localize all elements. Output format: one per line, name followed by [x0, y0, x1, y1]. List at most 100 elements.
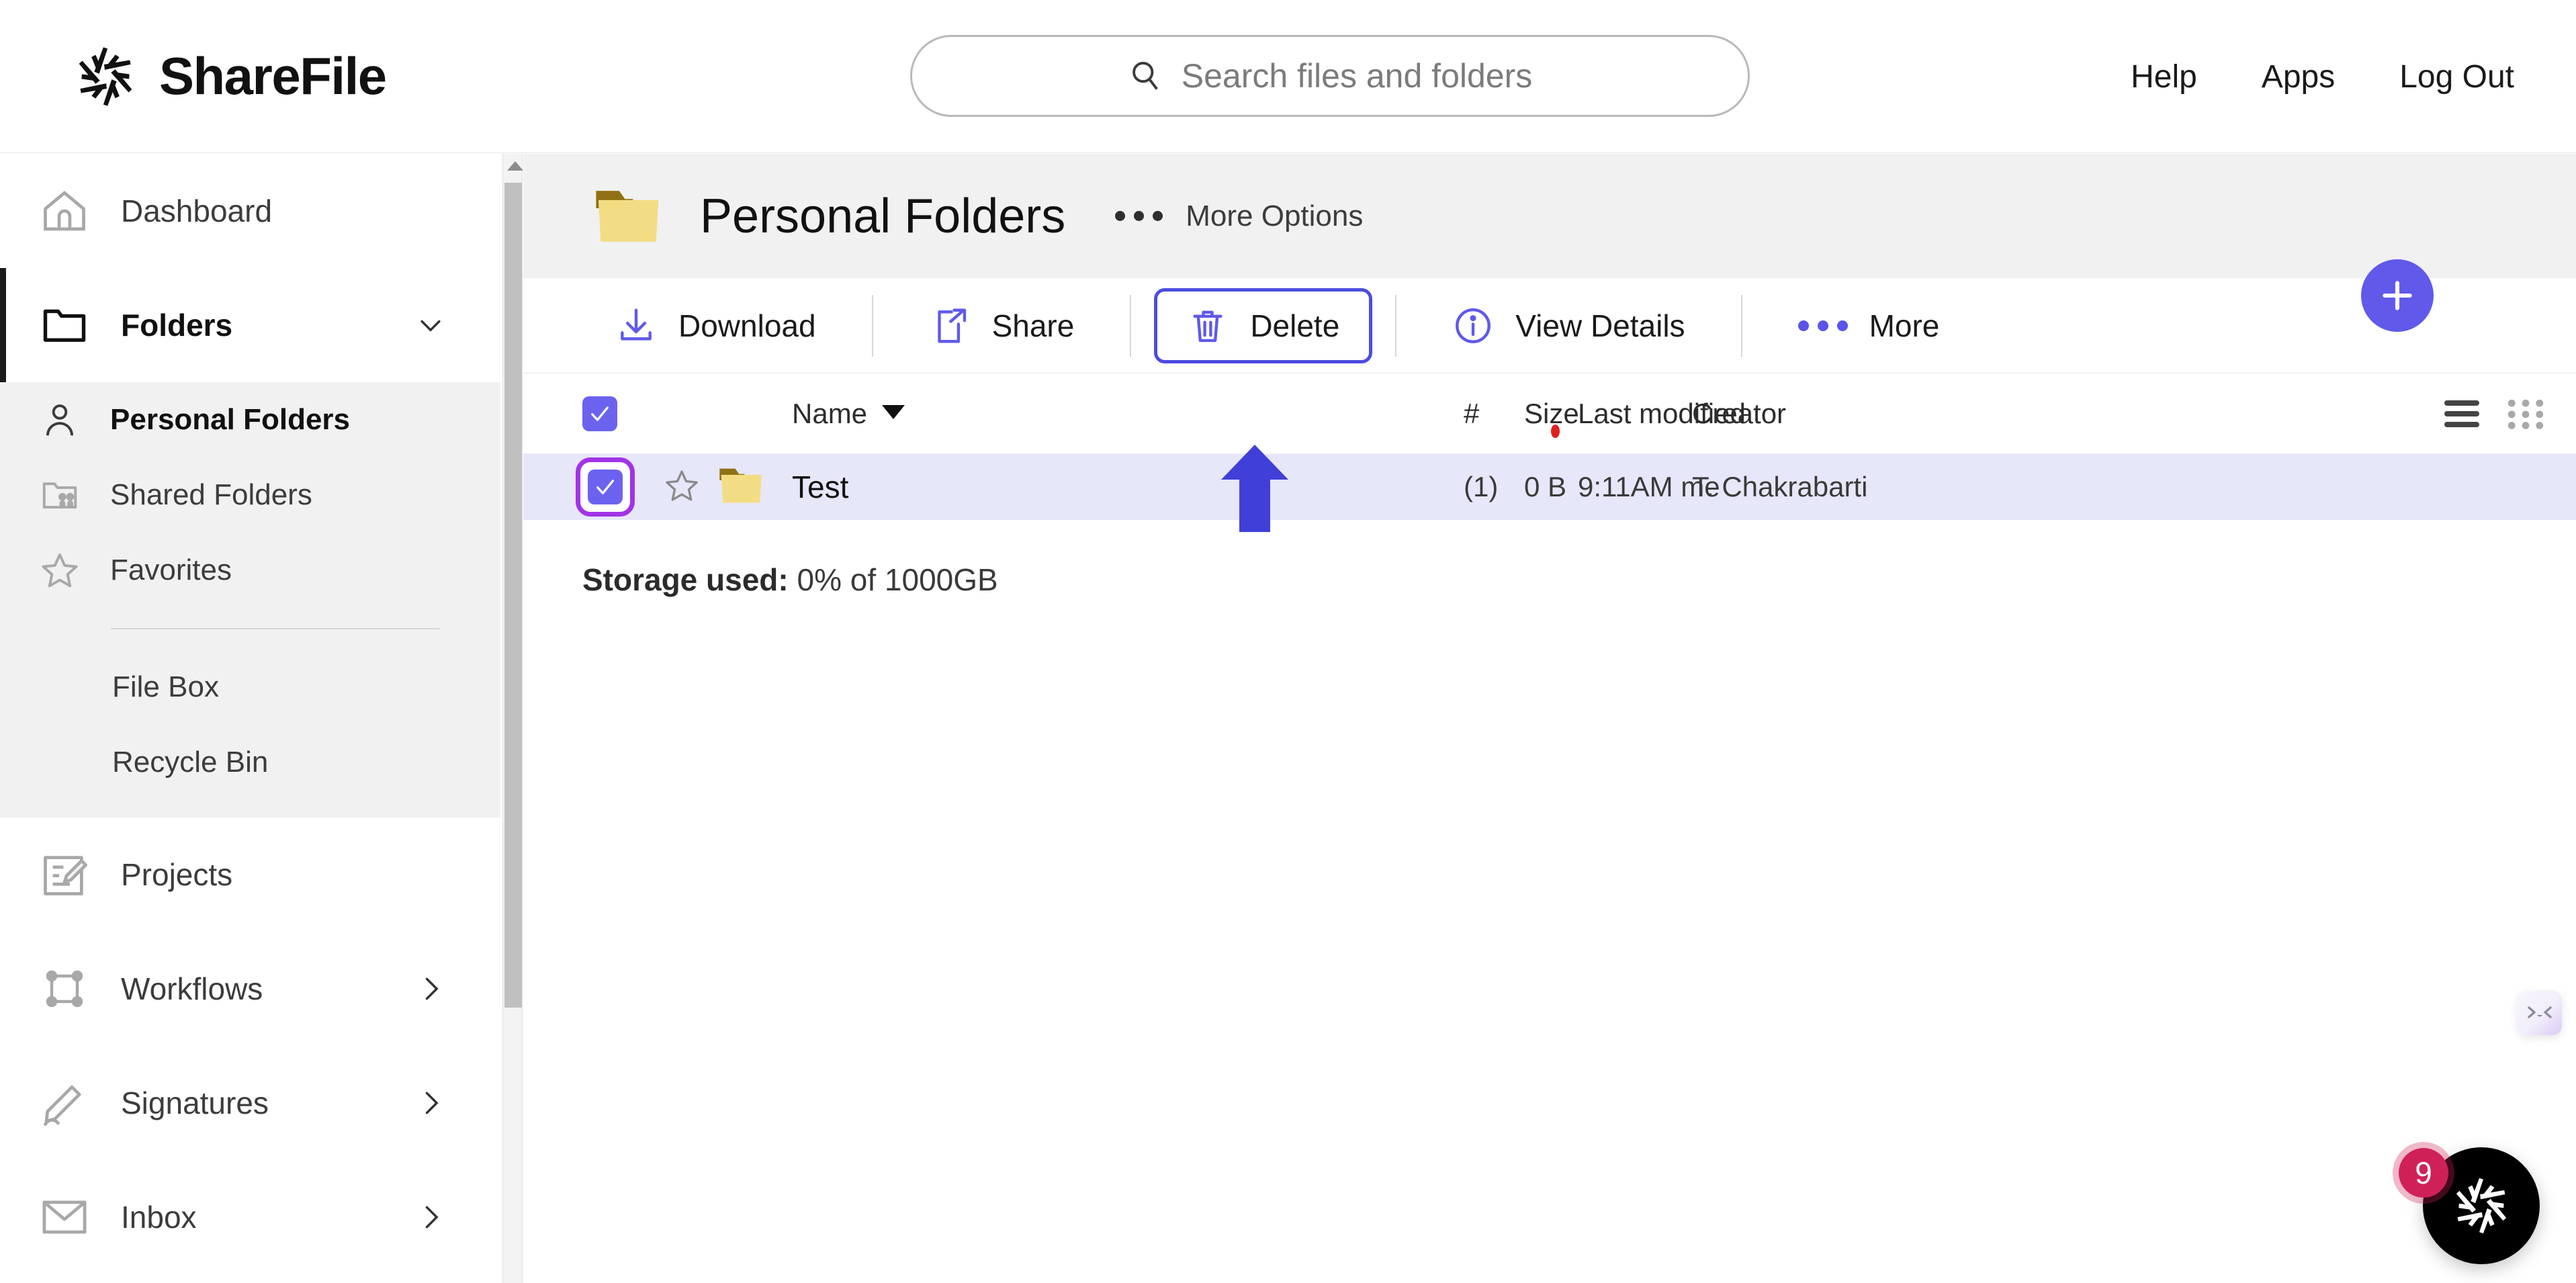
row-creator: T. Chakrabarti [1692, 471, 1868, 502]
ellipsis-icon [1115, 211, 1163, 221]
share-icon [929, 305, 971, 347]
brand-logo[interactable]: ShareFile [71, 42, 387, 112]
nav-apps[interactable]: Apps [2262, 58, 2335, 95]
brand-name: ShareFile [159, 46, 387, 105]
signature-pen-icon [39, 1077, 90, 1129]
toolbar-divider [1130, 294, 1132, 357]
grid-view-icon[interactable] [2507, 399, 2544, 429]
view-toggle-group [2443, 399, 2544, 429]
scroll-up-arrow-icon[interactable] [507, 161, 523, 171]
delete-button[interactable]: Delete [1154, 287, 1373, 363]
main-content: Personal Folders More Options Download S… [523, 154, 2576, 1283]
sidebar-item-inbox[interactable]: Inbox [0, 1160, 500, 1274]
column-header-name-label: Name [792, 397, 868, 429]
toolbar-divider [1395, 294, 1397, 357]
trash-icon [1187, 305, 1229, 347]
chevron-right-icon[interactable] [416, 974, 445, 1004]
home-icon [39, 185, 90, 236]
view-details-label: View Details [1515, 308, 1685, 343]
sidebar-item-label: Signatures [121, 1086, 269, 1120]
more-options-button[interactable]: More Options [1115, 200, 1363, 233]
folder-icon [594, 187, 668, 245]
sidebar-item-label: Shared Folders [110, 478, 312, 511]
chevron-right-icon[interactable] [416, 1088, 445, 1118]
more-button[interactable]: More [1765, 288, 1973, 363]
row-name[interactable]: Test [792, 469, 848, 505]
sharefile-logo-icon [2456, 1178, 2507, 1234]
sharefile-app: ShareFile Search files and folders Help … [0, 0, 2576, 1283]
sidebar-item-label: Dashboard [121, 193, 273, 228]
info-circle-icon [1452, 305, 1494, 347]
storage-used-value: 0% of 1000GB [797, 562, 998, 597]
folder-icon [39, 300, 90, 351]
sort-desc-icon [882, 404, 905, 419]
favorite-star-icon[interactable] [663, 467, 701, 508]
row-count: (1) [1464, 471, 1499, 502]
column-header-count[interactable]: # [1464, 398, 1479, 430]
sidebar-item-projects[interactable]: Projects [0, 817, 500, 932]
download-button[interactable]: Download [582, 288, 849, 363]
chevron-right-icon[interactable] [416, 1202, 445, 1232]
column-header-creator[interactable]: Creator [1692, 398, 1786, 430]
share-label: Share [991, 308, 1075, 343]
search-bar[interactable]: Search files and folders [910, 35, 1750, 117]
sidebar-item-dashboard[interactable]: Dashboard [0, 154, 500, 268]
sidebar-item-workflows[interactable]: Workflows [0, 932, 500, 1046]
sidebar-item-personal-folders[interactable]: Personal Folders [0, 382, 500, 457]
toolbar-divider [1740, 294, 1742, 357]
storage-used-label: Storage used: [582, 562, 789, 597]
folder-icon [718, 466, 768, 508]
sidebar-item-file-box[interactable]: File Box [0, 650, 500, 725]
more-label: More [1869, 308, 1940, 343]
sidebar-item-signatures[interactable]: Signatures [0, 1046, 500, 1160]
sidebar-item-label: File Box [112, 670, 219, 703]
sidebar-item-recycle-bin[interactable]: Recycle Bin [0, 725, 500, 800]
star-icon [39, 549, 81, 591]
sidebar-item-label: Favorites [110, 554, 232, 586]
up-arrow-annotation [1218, 445, 1292, 532]
sidebar: Dashboard Folders Personal Folders Share… [0, 154, 500, 1283]
sidebar-item-label: Recycle Bin [112, 746, 269, 779]
download-label: Download [678, 308, 816, 343]
list-view-icon[interactable] [2443, 399, 2481, 429]
nav-help[interactable]: Help [2131, 58, 2197, 95]
page-title: Personal Folders [700, 189, 1066, 243]
sidebar-divider [111, 628, 440, 629]
chevron-down-icon[interactable] [416, 310, 445, 340]
top-nav: Help Apps Log Out [2131, 0, 2514, 153]
delete-label: Delete [1250, 308, 1340, 343]
projects-icon [39, 849, 90, 900]
kawaii-face-icon[interactable] [2518, 991, 2562, 1035]
column-header-size[interactable]: Size [1524, 398, 1579, 430]
folders-subnav: Personal Folders Shared Folders Favorite… [0, 382, 500, 817]
column-header-name[interactable]: Name [792, 398, 905, 430]
sidebar-item-label: Folders [121, 308, 233, 343]
person-icon [39, 399, 81, 441]
storage-used: Storage used: 0% of 1000GB [523, 520, 2576, 598]
sharefile-logo-icon [71, 42, 140, 112]
sidebar-item-label: Personal Folders [110, 403, 351, 436]
shared-folder-icon [39, 474, 81, 516]
share-button[interactable]: Share [896, 288, 1108, 363]
support-notification-badge[interactable]: 9 [2393, 1142, 2454, 1204]
toolbar-divider [871, 294, 873, 357]
page-header: Personal Folders More Options [523, 154, 2576, 278]
sidebar-item-folders[interactable]: Folders [0, 268, 500, 382]
search-input[interactable]: Search files and folders [1182, 56, 1533, 95]
sidebar-scrollbar-thumb[interactable] [504, 183, 522, 1008]
download-icon [615, 305, 657, 347]
row-size: 0 B [1524, 471, 1567, 502]
ellipsis-icon [1797, 320, 1848, 331]
table-header: Name # Size Last modified Creator [523, 373, 2576, 454]
sidebar-item-shared-folders[interactable]: Shared Folders [0, 457, 500, 533]
sidebar-item-label: Inbox [121, 1200, 197, 1235]
nav-log-out[interactable]: Log Out [2399, 58, 2514, 95]
sidebar-scrollbar[interactable] [502, 154, 523, 1283]
add-button[interactable] [2361, 259, 2434, 332]
table-row[interactable]: Test (1) 0 B 9:11AM me T. Chakrabarti [523, 454, 2576, 520]
sidebar-item-label: Workflows [121, 971, 263, 1006]
sidebar-item-favorites[interactable]: Favorites [0, 533, 500, 608]
view-details-button[interactable]: View Details [1419, 288, 1718, 363]
select-all-checkbox[interactable] [582, 396, 617, 431]
row-checkbox[interactable] [576, 457, 635, 517]
